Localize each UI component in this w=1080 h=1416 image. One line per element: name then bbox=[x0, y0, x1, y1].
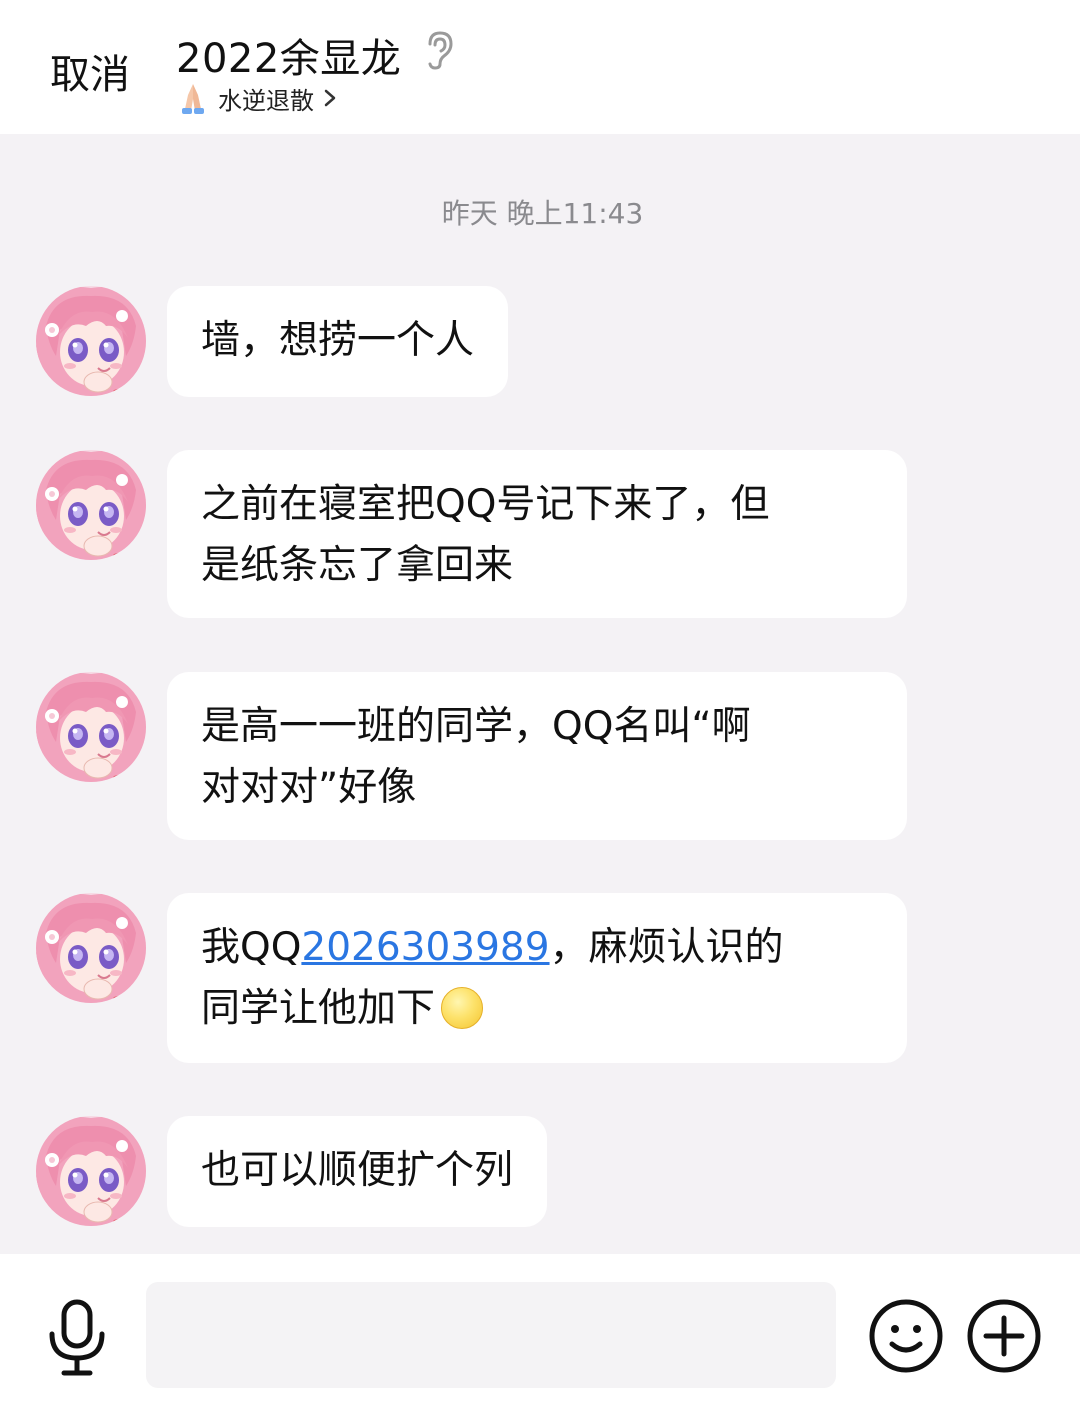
qq-number-link[interactable]: 2026303989 bbox=[301, 925, 549, 970]
input-bar bbox=[0, 1254, 1080, 1416]
message-bubble[interactable]: 是高一一班的同学，QQ名叫“啊 对对对”好像 bbox=[167, 672, 907, 840]
message-timestamp: 昨天 晚上11:43 bbox=[441, 197, 644, 230]
plus-circle-icon[interactable] bbox=[966, 1298, 1042, 1374]
avatar[interactable] bbox=[36, 1116, 146, 1226]
avatar[interactable] bbox=[36, 893, 146, 1003]
status-link[interactable]: 水逆退散 bbox=[176, 80, 338, 116]
cancel-button[interactable]: 取消 bbox=[50, 42, 130, 100]
pray-icon bbox=[182, 84, 204, 114]
smiley-icon[interactable] bbox=[868, 1298, 944, 1374]
message-input[interactable] bbox=[146, 1282, 836, 1388]
avatar[interactable] bbox=[36, 672, 146, 782]
microphone-icon[interactable] bbox=[44, 1298, 110, 1378]
avatar[interactable] bbox=[36, 286, 146, 396]
message-text: 我QQ bbox=[201, 925, 302, 970]
message-bubble[interactable]: 我QQ2026303989，麻烦认识的 同学让他加下 bbox=[167, 893, 907, 1063]
chat-header: 取消 2022余显龙 水逆退散 bbox=[0, 0, 1080, 134]
sunglasses-emoji bbox=[441, 987, 484, 1029]
status-text: 水逆退散 bbox=[218, 86, 314, 115]
message-bubble[interactable]: 也可以顺便扩个列 bbox=[167, 1116, 548, 1227]
message-bubble[interactable]: 墙，想捞一个人 bbox=[167, 286, 509, 397]
avatar[interactable] bbox=[36, 450, 146, 560]
message-bubble[interactable]: 之前在寝室把QQ号记下来了，但 是纸条忘了拿回来 bbox=[167, 450, 907, 618]
chat-title: 2022余显龙 bbox=[176, 36, 402, 82]
chevron-right-icon bbox=[324, 89, 336, 107]
ear-icon[interactable] bbox=[422, 30, 456, 70]
